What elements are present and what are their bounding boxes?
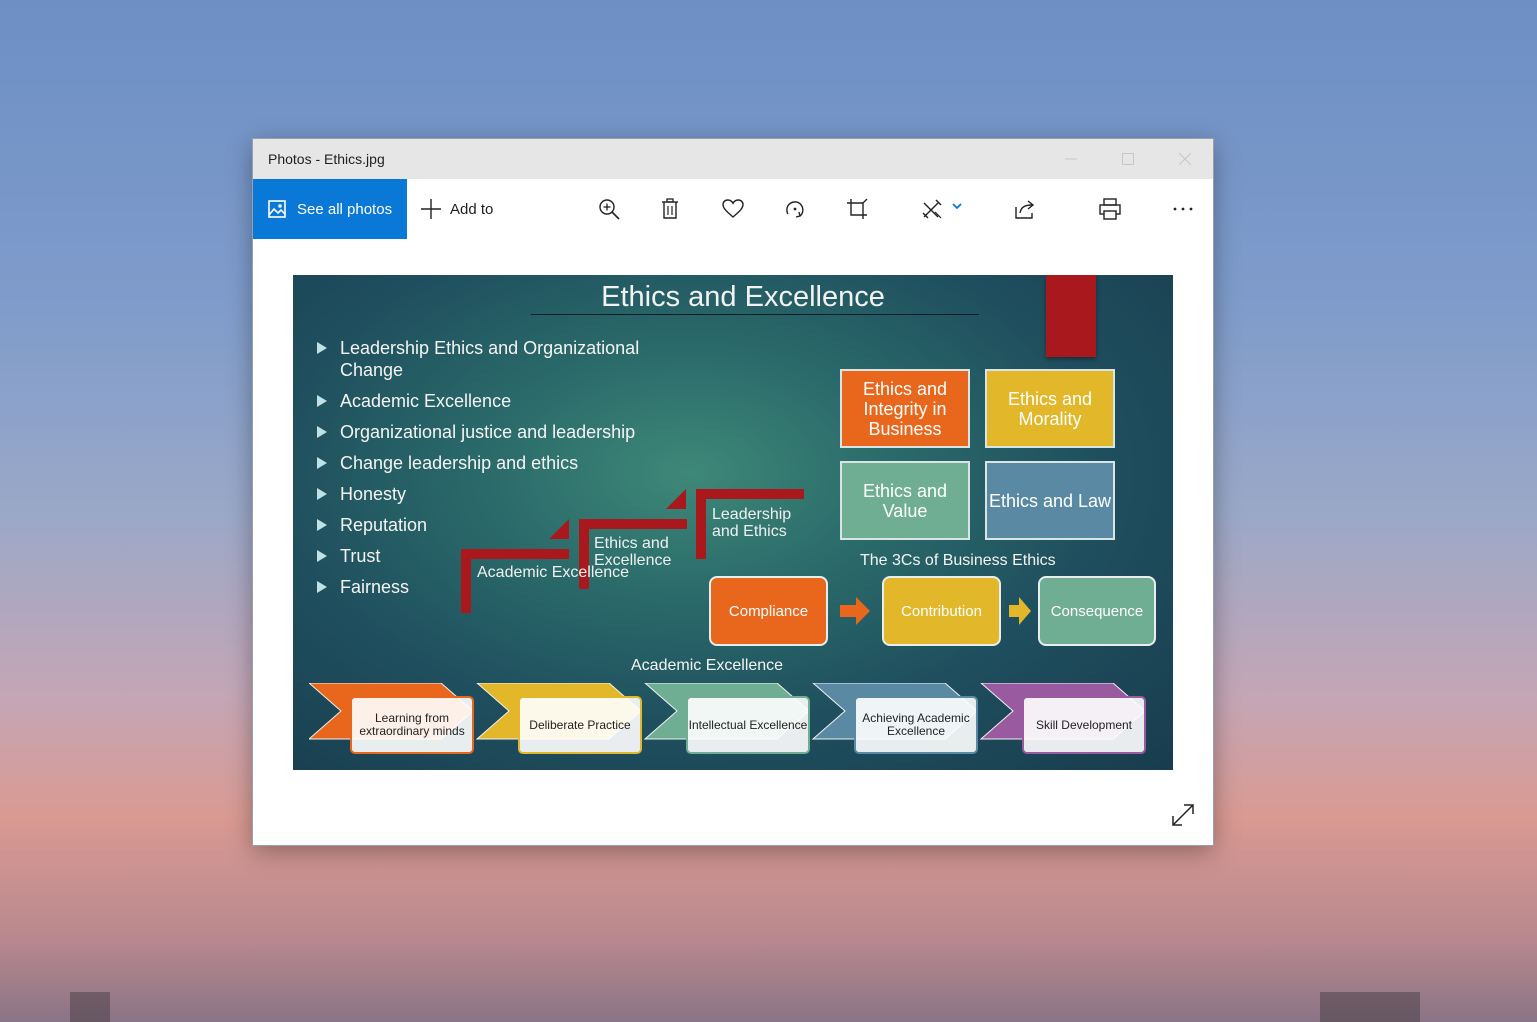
- chevron-card: Skill Development: [1022, 696, 1146, 754]
- compliance-box: Compliance: [709, 576, 828, 646]
- bullet-text: Change leadership and ethics: [340, 453, 579, 473]
- photo-viewer[interactable]: Ethics and Excellence Leadership Ethics …: [293, 275, 1173, 770]
- list-item: Academic Excellence: [315, 390, 695, 412]
- arrow-icon: [1009, 597, 1031, 625]
- minimize-icon: [1064, 158, 1077, 160]
- photos-window: Photos - Ethics.jpg See all photos Add t…: [253, 139, 1213, 845]
- delete-button[interactable]: [656, 196, 684, 222]
- list-item: Leadership Ethics and Organizational Cha…: [315, 337, 695, 381]
- caption-buttons: [1042, 139, 1213, 179]
- expand-icon: [1172, 804, 1194, 826]
- slide-title: Ethics and Excellence: [601, 281, 885, 313]
- chevron-down-icon: [952, 203, 962, 210]
- favorite-button[interactable]: [719, 196, 747, 222]
- more-button[interactable]: [1169, 196, 1197, 222]
- maximize-icon: [1121, 153, 1134, 165]
- contribution-box: Contribution: [882, 576, 1001, 646]
- tile-ethics-value: Ethics and Value: [840, 461, 970, 540]
- bullet-icon: [317, 426, 327, 438]
- print-button[interactable]: [1096, 196, 1124, 222]
- more-icon: [1173, 207, 1193, 211]
- bullet-text: Fairness: [340, 577, 410, 597]
- favorite-icon: [722, 199, 744, 218]
- edit-icon: [922, 199, 942, 219]
- bullet-icon: [317, 395, 327, 407]
- tile-ethics-integrity: Ethics and Integrity in Business: [840, 369, 970, 448]
- close-icon: [1178, 153, 1191, 165]
- title-underline: [531, 314, 979, 315]
- share-button[interactable]: [1011, 196, 1039, 222]
- chevron-card: Achieving Academic Excellence: [854, 696, 978, 754]
- see-all-photos-button[interactable]: See all photos: [253, 179, 407, 239]
- red-ribbon: [1046, 275, 1096, 357]
- list-item: Organizational justice and leadership: [315, 421, 695, 443]
- crop-button[interactable]: [843, 196, 871, 222]
- window-title: Photos - Ethics.jpg: [268, 151, 385, 167]
- bullet-text: Trust: [340, 546, 381, 566]
- plus-icon: [421, 199, 441, 219]
- chevron-card: Learning from extraordinary minds: [350, 696, 474, 754]
- step-label: Ethics and Excellence: [594, 535, 672, 569]
- add-to-button[interactable]: Add to: [421, 199, 493, 219]
- slide-image: Ethics and Excellence Leadership Ethics …: [293, 275, 1173, 770]
- building-silhouette: [1320, 992, 1420, 1022]
- toolbar: See all photos Add to: [253, 179, 1213, 239]
- bullet-text: Honesty: [340, 484, 407, 504]
- arrow-icon: [840, 597, 870, 625]
- print-icon: [1099, 198, 1121, 220]
- edit-create-button[interactable]: [917, 196, 967, 222]
- academic-excellence-title: Academic Excellence: [631, 657, 784, 674]
- maximize-button[interactable]: [1099, 139, 1156, 179]
- photo-icon: [268, 200, 286, 218]
- zoom-button[interactable]: [595, 196, 623, 222]
- share-icon: [1015, 200, 1035, 219]
- bullet-icon: [317, 519, 327, 531]
- add-to-label: Add to: [450, 200, 494, 218]
- bullet-icon: [317, 581, 327, 593]
- zoom-in-icon: [599, 199, 620, 220]
- bullet-icon: [317, 457, 327, 469]
- bullet-text: Leadership Ethics and Organizational Cha…: [340, 338, 640, 380]
- tile-ethics-law: Ethics and Law: [985, 461, 1115, 540]
- full-screen-button[interactable]: [1170, 802, 1196, 828]
- see-all-photos-label: See all photos: [297, 200, 393, 218]
- crop-icon: [847, 198, 868, 219]
- list-item: Change leadership and ethics: [315, 452, 695, 474]
- title-bar: Photos - Ethics.jpg: [253, 139, 1213, 179]
- bullet-text: Reputation: [340, 515, 428, 535]
- bullet-icon: [317, 342, 327, 354]
- three-cs-title: The 3Cs of Business Ethics: [860, 552, 1056, 569]
- step-label: Leadership and Ethics: [712, 506, 792, 540]
- minimize-button[interactable]: [1042, 139, 1099, 179]
- bullet-text: Organizational justice and leadership: [340, 422, 636, 442]
- bullet-text: Academic Excellence: [340, 391, 512, 411]
- chevron-card: Deliberate Practice: [518, 696, 642, 754]
- chevron-card: Intellectual Excellence: [686, 696, 810, 754]
- building-silhouette: [70, 992, 110, 1022]
- delete-icon: [662, 198, 678, 219]
- bullet-icon: [317, 550, 327, 562]
- close-button[interactable]: [1156, 139, 1213, 179]
- rotate-icon: [786, 201, 804, 218]
- consequence-box: Consequence: [1038, 576, 1156, 646]
- rotate-button[interactable]: [781, 196, 809, 222]
- bullet-icon: [317, 488, 327, 500]
- tile-ethics-morality: Ethics and Morality: [985, 369, 1115, 448]
